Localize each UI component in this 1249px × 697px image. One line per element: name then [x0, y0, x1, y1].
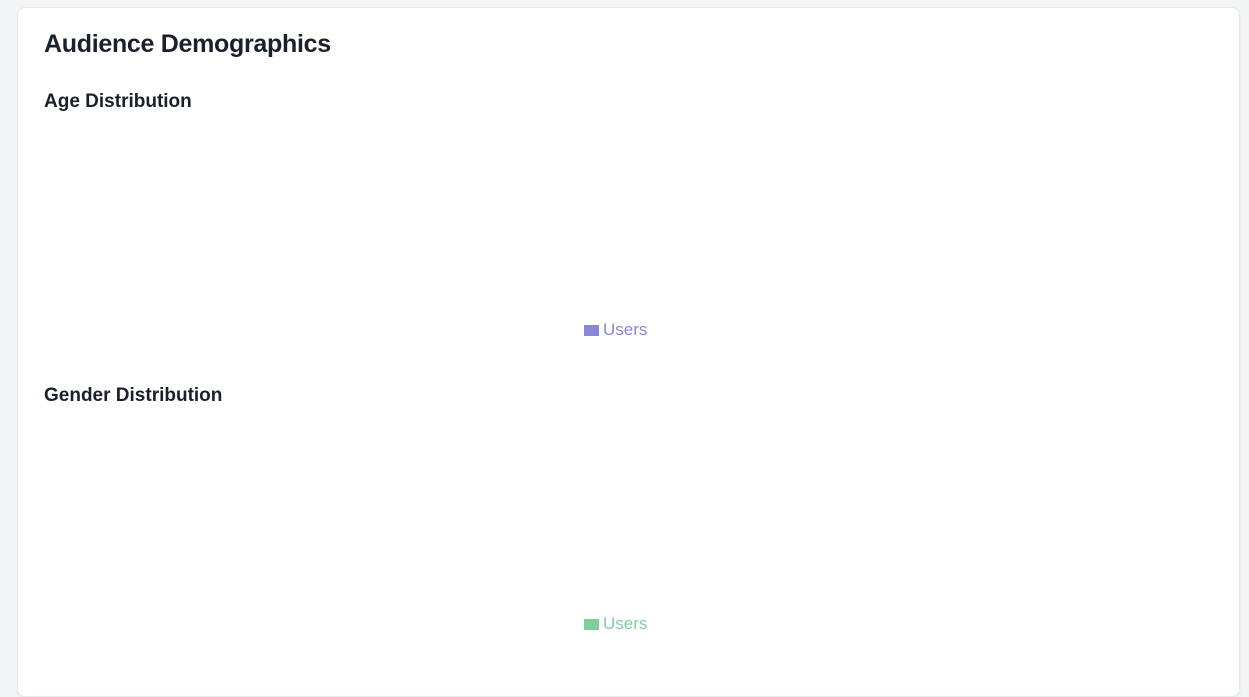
gender-legend-swatch	[584, 618, 599, 630]
age-legend-label: Users	[603, 320, 648, 339]
age-distribution-section: Age Distribution	[44, 91, 1214, 351]
gender-distribution-title: Gender Distribution	[44, 385, 223, 406]
age-legend[interactable]: Users	[584, 320, 647, 340]
demographics-card: Audience Demographics Age Distribution U…	[17, 7, 1240, 697]
card-title: Audience Demographics	[44, 30, 331, 58]
gender-distribution-section: Gender Distribution	[44, 385, 1214, 645]
gender-legend-label: Users	[603, 614, 648, 633]
gender-distribution-chart	[44, 407, 1214, 617]
age-distribution-chart	[44, 113, 1214, 323]
age-legend-swatch	[584, 324, 599, 336]
age-distribution-title: Age Distribution	[44, 91, 192, 112]
gender-legend[interactable]: Users	[584, 614, 647, 634]
